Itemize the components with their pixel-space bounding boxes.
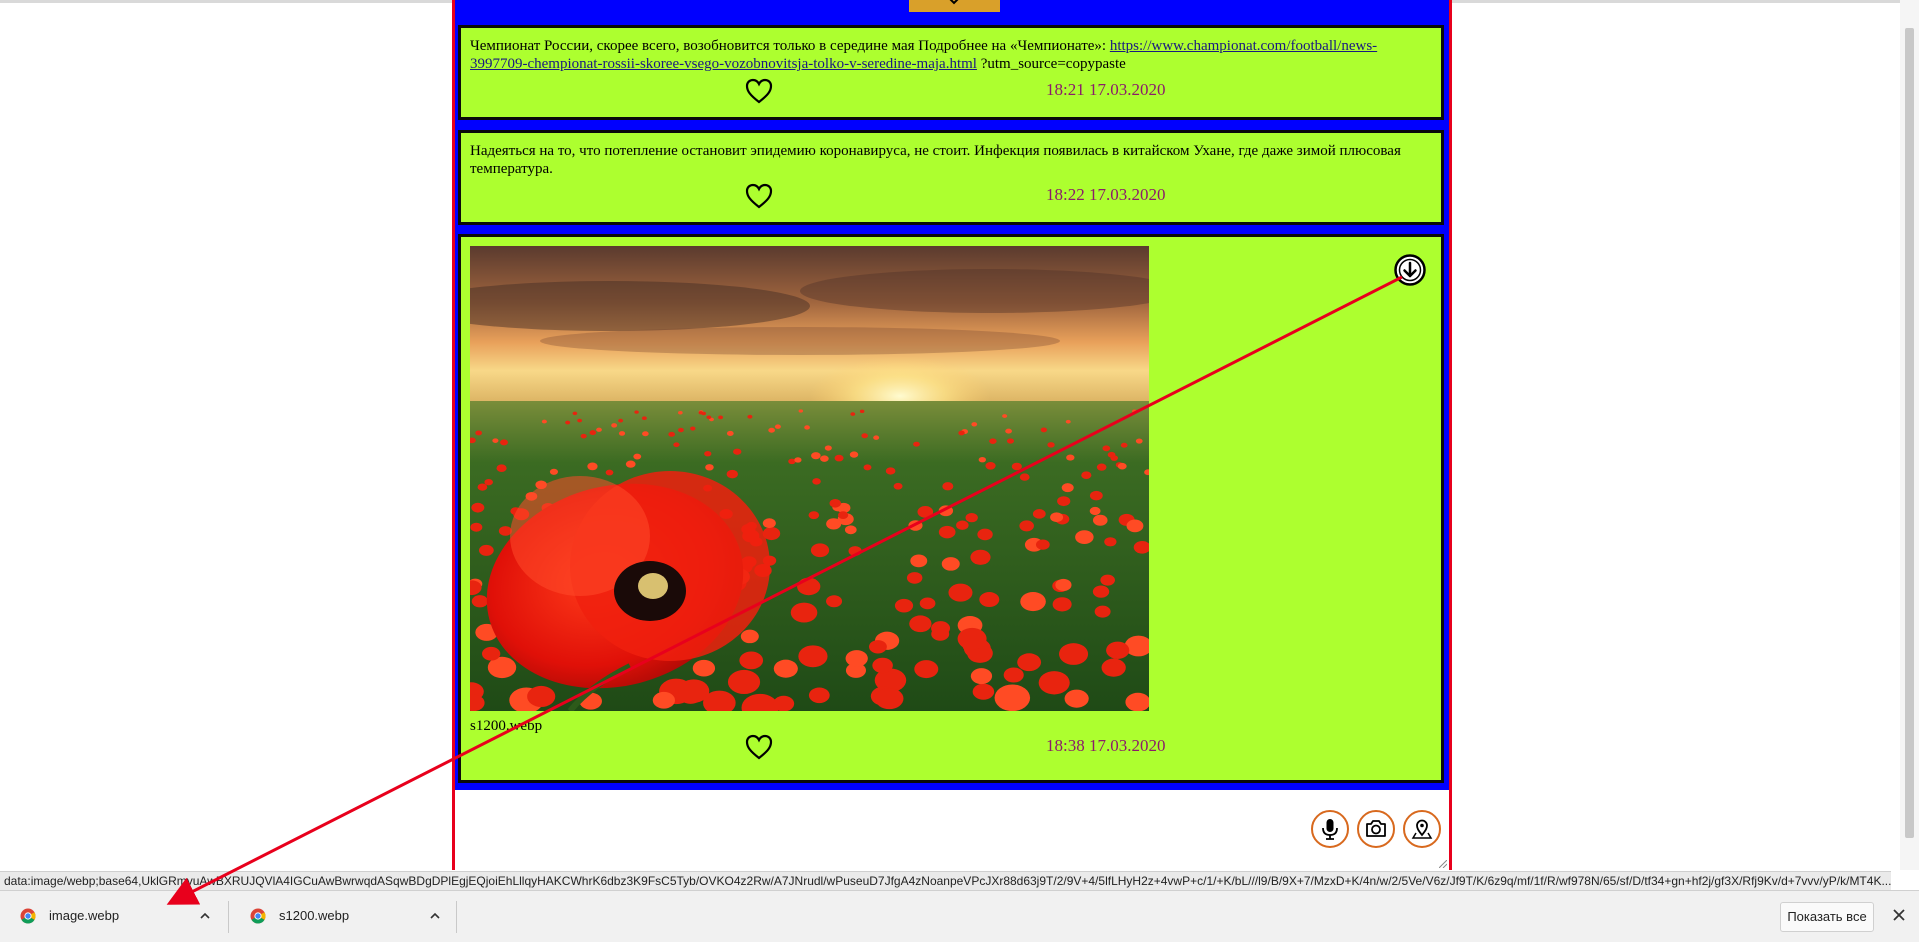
download-shelf: image.webp s1200.webp Показать все bbox=[0, 890, 1919, 942]
message-card: s1200.webp 18:38 17.03.2020 bbox=[458, 234, 1444, 783]
download-item[interactable]: s1200.webp bbox=[230, 891, 455, 942]
camera-icon bbox=[1366, 820, 1386, 837]
chevron-up-icon[interactable] bbox=[429, 911, 441, 921]
chat-window: Чемпионат России, скорее всего, возобнов… bbox=[452, 0, 1452, 870]
heart-icon[interactable] bbox=[744, 733, 774, 761]
attached-image[interactable] bbox=[470, 246, 1149, 711]
scroll-up-tab[interactable] bbox=[909, 0, 1000, 12]
message-time: 18:38 17.03.2020 bbox=[1046, 736, 1166, 755]
close-icon[interactable] bbox=[1892, 908, 1906, 922]
message-card: Чемпионат России, скорее всего, возобнов… bbox=[458, 25, 1444, 120]
message-card: Надеяться на то, что потепление останови… bbox=[458, 130, 1444, 225]
scrollbar-thumb[interactable] bbox=[1905, 28, 1914, 838]
message-text: Чемпионат России, скорее всего, возобнов… bbox=[470, 37, 1430, 73]
heart-icon[interactable] bbox=[744, 77, 774, 105]
download-file-name: s1200.webp bbox=[279, 908, 350, 923]
message-text: Надеяться на то, что потепление останови… bbox=[470, 143, 1401, 177]
page-scrollbar[interactable] bbox=[1900, 0, 1919, 870]
microphone-button[interactable] bbox=[1311, 810, 1349, 848]
message-time: 18:21 17.03.2020 bbox=[1046, 80, 1166, 99]
divider bbox=[456, 901, 457, 933]
microphone-icon bbox=[1322, 819, 1338, 840]
camera-button[interactable] bbox=[1357, 810, 1395, 848]
message-text-part: Чемпионат России, скорее всего, возобнов… bbox=[470, 38, 1110, 54]
download-item[interactable]: image.webp bbox=[0, 891, 225, 942]
location-button[interactable] bbox=[1403, 810, 1441, 848]
chrome-icon bbox=[250, 908, 266, 924]
message-input-area[interactable] bbox=[455, 790, 1449, 870]
resize-grip-icon[interactable] bbox=[1439, 860, 1447, 868]
chrome-icon bbox=[20, 908, 36, 924]
message-time: 18:22 17.03.2020 bbox=[1046, 185, 1166, 204]
heart-icon[interactable] bbox=[744, 182, 774, 210]
chevron-down-icon bbox=[949, 0, 959, 5]
status-bar-url: data:image/webp;base64,UklGRmyuAwBXRUJQV… bbox=[0, 871, 1891, 890]
download-file-name: image.webp bbox=[49, 908, 120, 923]
file-name: s1200.webp bbox=[470, 718, 543, 734]
message-feed[interactable]: Чемпионат России, скорее всего, возобнов… bbox=[455, 0, 1449, 790]
chevron-up-icon[interactable] bbox=[199, 911, 211, 921]
divider bbox=[228, 901, 229, 933]
message-text-part: ?utm_source=copypaste bbox=[976, 56, 1126, 72]
download-arrow-icon[interactable] bbox=[1393, 253, 1427, 287]
location-pin-icon bbox=[1411, 819, 1433, 839]
show-all-button[interactable]: Показать все bbox=[1780, 902, 1874, 932]
